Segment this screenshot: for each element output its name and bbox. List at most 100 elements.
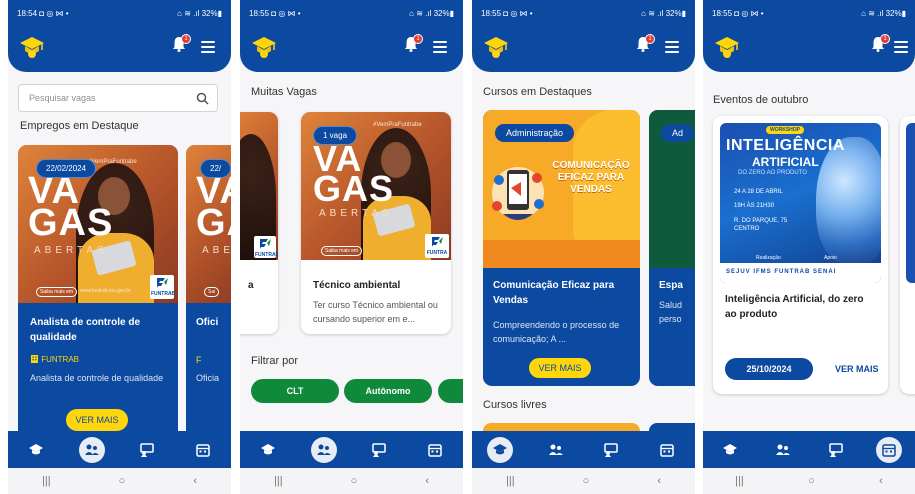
nav-jobs[interactable] xyxy=(770,437,796,463)
filter-autonomo[interactable]: Autônomo xyxy=(344,379,432,403)
notification-badge: 1 xyxy=(181,34,191,44)
status-bar: 18:54 ◘ ◎ ⋈ • ⌂ ≋ .ıl 32%▮ xyxy=(8,0,231,26)
course-card-2[interactable]: Ad Espa Salud perso xyxy=(649,110,695,386)
filter-more[interactable] xyxy=(438,379,463,403)
poster-tag: WORKSHOP xyxy=(766,126,804,134)
status-bar: 18:55 ◘ ◎ ⋈ • ⌂ ≋ .ıl 32%▮ xyxy=(240,0,463,26)
course-desc-2: Salud perso xyxy=(659,300,683,324)
back-button[interactable]: ‹ xyxy=(879,475,883,487)
menu-icon[interactable] xyxy=(433,41,447,56)
nav-events[interactable] xyxy=(190,437,216,463)
back-button[interactable]: ‹ xyxy=(425,475,429,487)
free-course-card-peek[interactable] xyxy=(483,423,640,431)
job-desc-2: Oficia xyxy=(196,373,220,383)
notifications-button[interactable]: 1 xyxy=(404,34,423,57)
menu-icon[interactable] xyxy=(665,41,679,56)
status-icons: ◘ ◎ ⋈ • xyxy=(271,8,301,18)
graduation-cap-icon xyxy=(260,444,275,455)
ver-mais-button[interactable]: VER MAIS xyxy=(529,358,591,378)
nav-presentation[interactable] xyxy=(823,437,849,463)
nav-events[interactable] xyxy=(875,436,902,463)
job-card[interactable]: #VemPraFuntrabe VA GAS ABERTAS Saiba mai… xyxy=(18,145,178,431)
nav-jobs[interactable] xyxy=(543,437,569,463)
bottom-nav xyxy=(8,431,231,468)
notification-badge: 1 xyxy=(645,34,655,44)
nav-courses[interactable] xyxy=(255,437,281,463)
job-card-prev[interactable]: FUNTRAB a xyxy=(240,112,278,334)
nav-presentation[interactable] xyxy=(366,437,392,463)
people-icon xyxy=(548,444,563,455)
ver-mais-button[interactable]: VER MAIS xyxy=(66,409,128,431)
recents-button[interactable]: ||| xyxy=(506,475,515,487)
filter-label: Filtrar por xyxy=(251,355,299,367)
notifications-button[interactable]: 1 xyxy=(172,34,191,57)
back-button[interactable]: ‹ xyxy=(193,475,197,487)
calendar-icon xyxy=(881,443,896,457)
filter-clt[interactable]: CLT xyxy=(251,379,339,403)
funtrab-logo-prev: FUNTRAB xyxy=(254,236,278,258)
presentation-icon xyxy=(604,442,619,457)
vagas-line2: GAS xyxy=(313,168,395,209)
status-icons: ◘ ◎ ⋈ • xyxy=(39,8,69,18)
home-button[interactable]: ○ xyxy=(583,475,590,487)
graduation-cap-icon xyxy=(28,444,43,455)
nav-jobs[interactable] xyxy=(310,436,337,463)
people-icon xyxy=(775,444,790,455)
menu-icon[interactable] xyxy=(201,41,215,56)
job-card-2[interactable]: VA GAS ABERTAS Sai 22/ Ofici F Oficia xyxy=(186,145,231,431)
course-desc: Compreendendo o processo de comunicação;… xyxy=(493,320,620,344)
status-time: 18:55 xyxy=(712,8,733,18)
event-card[interactable]: WORKSHOP INTELIGÊNCIA ARTIFICIAL DO ZERO… xyxy=(713,116,888,394)
job-company-2: F xyxy=(196,355,202,365)
job-desc: Ter curso Técnico ambiental ou cursando … xyxy=(313,300,438,324)
recents-button[interactable]: ||| xyxy=(42,475,51,487)
vagas-line2-2: GAS xyxy=(196,202,231,244)
search-icon[interactable] xyxy=(196,92,209,105)
home-button[interactable]: ○ xyxy=(808,475,815,487)
notification-badge: 1 xyxy=(413,34,423,44)
ver-mais-link[interactable]: VER MAIS xyxy=(835,364,879,374)
event-card-2[interactable] xyxy=(900,116,915,394)
recents-button[interactable]: ||| xyxy=(274,475,283,487)
job-card[interactable]: #VemPraFuntrabe VA GAS ABERTAS Saiba mai… xyxy=(301,112,451,334)
robot-head xyxy=(816,137,881,263)
section-title: Eventos de outubro xyxy=(713,94,809,106)
funtrab-logo-icon xyxy=(432,237,443,247)
home-button[interactable]: ○ xyxy=(119,475,126,487)
job-desc: Analista de controle de qualidade xyxy=(30,373,164,383)
poster-line1: INTELIGÊNCIA xyxy=(726,137,845,154)
poster-realizacao: Realização xyxy=(756,255,781,261)
course-card[interactable]: COMUNICAÇÃO EFICAZ PARA VENDAS Administr… xyxy=(483,110,640,386)
poster-sponsors: SEJUV IFMS FUNTRAB SENAI xyxy=(726,269,837,275)
content: Eventos de outubro WORKSHOP INTELIGÊNCIA… xyxy=(703,72,915,431)
nav-courses[interactable] xyxy=(23,437,49,463)
nav-jobs[interactable] xyxy=(78,436,105,463)
phone-events: 18:55 ◘ ◎ ⋈ • ⌂ ≋ .ıl 32%▮ 1 Eventos de … xyxy=(703,0,915,494)
nav-presentation[interactable] xyxy=(134,437,160,463)
bottom-nav xyxy=(472,431,695,468)
menu-icon[interactable] xyxy=(894,41,908,56)
system-nav: ||| ○ ‹ xyxy=(472,468,695,494)
funtrab-logo-icon xyxy=(157,278,168,288)
nav-presentation[interactable] xyxy=(598,437,624,463)
nav-courses[interactable] xyxy=(486,436,513,463)
back-button[interactable]: ‹ xyxy=(657,475,661,487)
nav-courses[interactable] xyxy=(717,437,743,463)
home-button[interactable]: ○ xyxy=(351,475,358,487)
search-input[interactable]: Pesquisar vagas xyxy=(18,84,218,112)
poster-time: 19H ÀS 21H30 xyxy=(734,203,775,209)
graduation-cap-logo-icon xyxy=(20,37,44,58)
phone-courses: 18:55 ◘ ◎ ⋈ • ⌂ ≋ .ıl 32%▮ 1 Cursos em D… xyxy=(472,0,695,494)
nav-events[interactable] xyxy=(654,437,680,463)
nav-events[interactable] xyxy=(422,437,448,463)
bottom-nav xyxy=(703,431,915,468)
course-category: Administração xyxy=(495,124,575,142)
status-time: 18:54 xyxy=(17,8,38,18)
notifications-button[interactable]: 1 xyxy=(636,34,655,57)
free-course-card-peek-2[interactable] xyxy=(649,423,695,431)
vagas-line2: GAS xyxy=(28,202,114,244)
people-icon xyxy=(84,444,99,455)
notifications-button[interactable]: 1 xyxy=(871,34,890,57)
recents-button[interactable]: ||| xyxy=(735,475,744,487)
status-bar: 18:55 ◘ ◎ ⋈ • ⌂ ≋ .ıl 32%▮ xyxy=(472,0,695,26)
